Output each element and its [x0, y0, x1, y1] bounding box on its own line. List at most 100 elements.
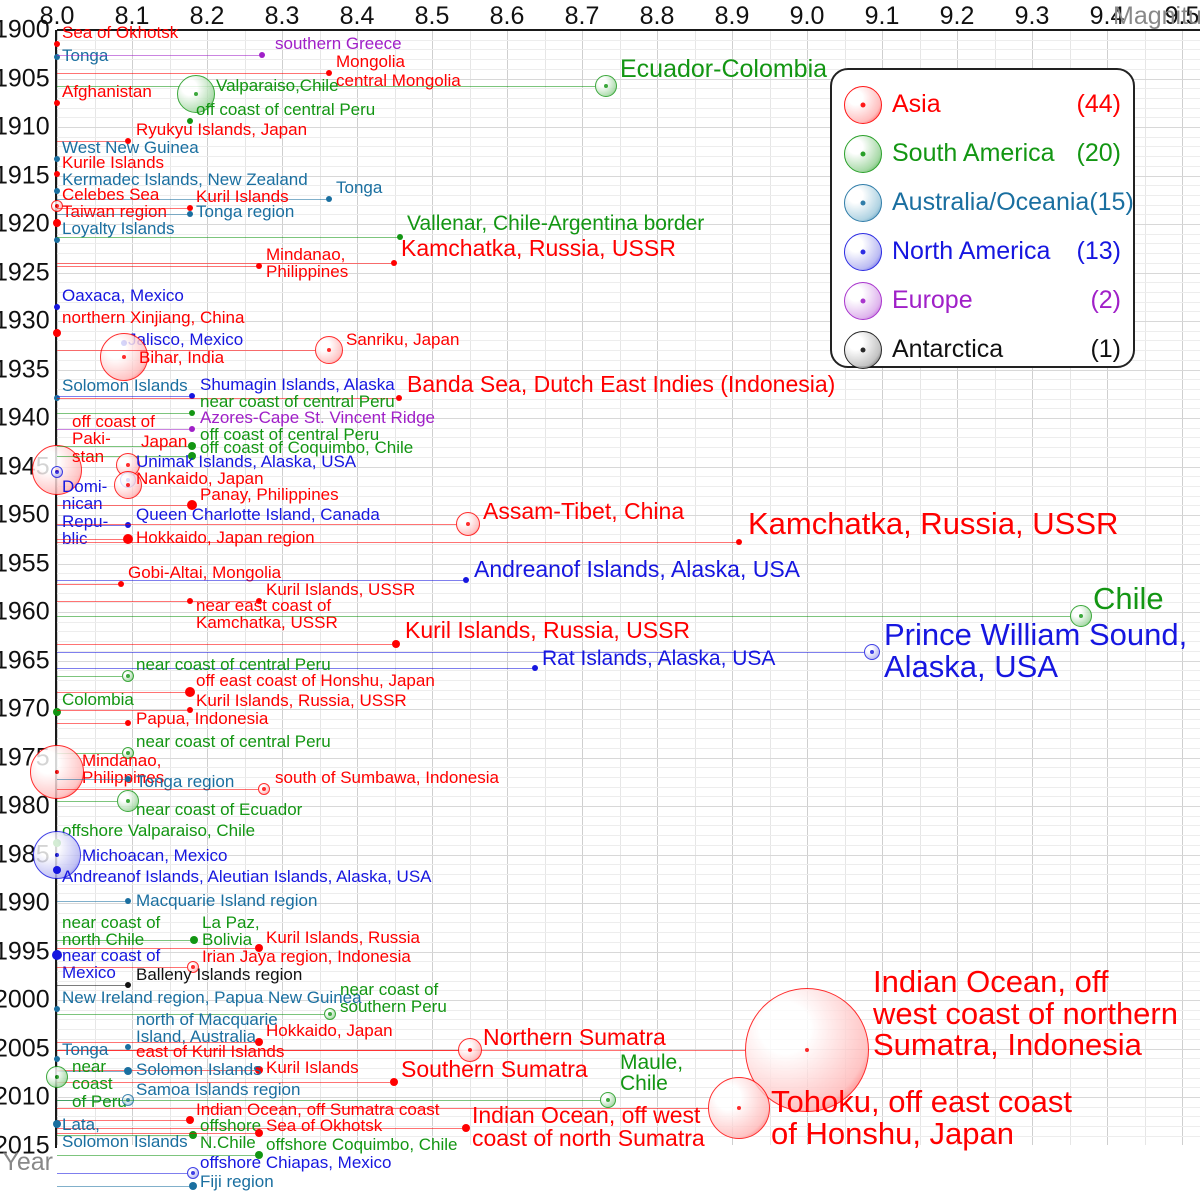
data-point-bubble[interactable] — [187, 211, 193, 217]
data-point-bubble[interactable] — [125, 898, 131, 904]
data-point-bubble[interactable] — [54, 1006, 60, 1012]
legend-bubble-icon — [844, 281, 882, 320]
leader-line — [57, 1133, 255, 1134]
data-point-bubble[interactable] — [256, 263, 262, 269]
legend-item-south-america[interactable]: South America (20) — [844, 129, 1121, 178]
y-tick-label: 1990 — [0, 888, 50, 917]
data-point-bubble[interactable] — [53, 866, 61, 874]
data-point-bubble[interactable] — [259, 52, 265, 58]
data-point-bubble[interactable] — [185, 687, 195, 697]
data-point-bubble[interactable] — [53, 219, 61, 227]
data-point-bubble[interactable] — [390, 1078, 398, 1086]
leader-line — [57, 237, 397, 238]
y-tick-label: 1960 — [0, 597, 50, 626]
y-tick-label: 1940 — [0, 403, 50, 432]
data-point-label: Unimak Islands, Alaska, USA — [136, 452, 357, 471]
legend-bubble-icon — [844, 232, 882, 271]
legend-item-europe[interactable]: Europe (2) — [844, 276, 1121, 325]
data-point-bubble[interactable] — [864, 644, 880, 660]
data-point-bubble[interactable] — [532, 665, 538, 671]
legend-bubble-center-dot — [860, 102, 866, 107]
horizontal-gridline-minor — [57, 767, 1200, 769]
leader-line — [57, 779, 125, 780]
bubble-center-dot — [126, 483, 130, 487]
bubble-center-dot — [737, 1106, 741, 1110]
data-point-label: Taiwan region — [62, 202, 167, 221]
data-point-bubble[interactable] — [708, 1077, 770, 1139]
data-point-bubble[interactable] — [326, 196, 332, 202]
data-point-label: Tonga — [336, 178, 383, 197]
data-point-bubble[interactable] — [190, 936, 198, 944]
data-point-bubble[interactable] — [324, 1008, 336, 1020]
data-point-bubble[interactable] — [189, 410, 195, 416]
x-tick-label: 8.4 — [339, 2, 375, 30]
bubble-center-dot — [126, 799, 130, 803]
legend-label: Europe — [892, 286, 973, 314]
data-point-bubble[interactable] — [125, 720, 131, 726]
data-point-bubble[interactable] — [258, 783, 270, 795]
data-point-bubble[interactable] — [122, 670, 134, 682]
data-point-bubble[interactable] — [125, 776, 131, 782]
x-axis-title: Magnitude — [1113, 2, 1200, 30]
data-point-bubble[interactable] — [46, 1066, 68, 1088]
data-point-bubble[interactable] — [255, 1129, 263, 1137]
data-point-bubble[interactable] — [315, 336, 343, 364]
legend-bubble-icon — [844, 85, 882, 124]
legend-label: North America — [892, 237, 1051, 265]
data-point-label: near coast of Ecuador — [136, 800, 303, 819]
data-point-bubble[interactable] — [392, 640, 400, 648]
data-point-label: Ecuador-Colombia — [620, 55, 828, 83]
x-tick-label: 9.1 — [864, 2, 900, 30]
data-point-label: offshore N.Chile — [200, 1116, 262, 1153]
data-point-bubble[interactable] — [54, 156, 60, 162]
data-point-bubble[interactable] — [52, 950, 62, 960]
data-point-label: Bihar, India — [139, 348, 225, 367]
legend-item-north-america[interactable]: North America (13) — [844, 227, 1121, 276]
data-point-label: Solomon Islands — [136, 1060, 262, 1079]
vertical-gridline — [657, 30, 658, 1145]
data-point-bubble[interactable] — [54, 171, 60, 177]
data-point-bubble[interactable] — [595, 75, 617, 97]
legend-count: (1) — [1090, 335, 1121, 363]
data-point-bubble[interactable] — [54, 1056, 60, 1062]
bubble-center-dot — [870, 650, 874, 654]
y-tick-label: 1915 — [0, 161, 50, 189]
legend-item-australia-oceania[interactable]: Australia/Oceania (15) — [844, 178, 1134, 227]
data-point-bubble[interactable] — [463, 577, 469, 583]
data-point-bubble[interactable] — [54, 100, 60, 106]
data-point-bubble[interactable] — [189, 426, 195, 432]
legend: Asia (44) South America (20) Australia/Ocean… — [830, 68, 1135, 369]
data-point-bubble[interactable] — [391, 260, 397, 266]
leader-line — [57, 1186, 189, 1187]
data-point-bubble[interactable] — [54, 188, 60, 194]
legend-item-asia[interactable]: Asia (44) — [844, 80, 1121, 129]
leader-line — [57, 584, 118, 585]
data-point-bubble[interactable] — [189, 1182, 197, 1190]
vertical-gridline-minor — [769, 30, 771, 1145]
data-point-bubble[interactable] — [118, 581, 124, 587]
data-point-bubble[interactable] — [53, 329, 61, 337]
data-point-bubble[interactable] — [125, 522, 131, 528]
data-point-bubble[interactable] — [187, 598, 193, 604]
data-point-bubble[interactable] — [456, 512, 480, 536]
data-point-bubble[interactable] — [187, 1167, 199, 1179]
x-tick-label: 9.3 — [1014, 2, 1050, 30]
data-point-bubble[interactable] — [53, 1120, 61, 1128]
data-point-label: Indian Ocean, off west coast of northern… — [873, 964, 1178, 1063]
vertical-gridline — [432, 30, 433, 1145]
data-point-bubble[interactable] — [54, 304, 60, 310]
vertical-gridline — [57, 30, 58, 1145]
data-point-bubble[interactable] — [736, 539, 742, 545]
y-axis-line — [55, 30, 57, 1148]
vertical-gridline — [582, 30, 583, 1145]
data-point-bubble[interactable] — [462, 1124, 470, 1132]
bubble-center-dot — [55, 853, 59, 857]
data-point-label: near east coast of Kamchatka, USSR — [196, 596, 338, 633]
data-point-bubble[interactable] — [396, 395, 402, 401]
leader-line — [57, 73, 326, 74]
data-point-bubble[interactable] — [54, 41, 60, 47]
data-point-bubble[interactable] — [30, 745, 84, 799]
data-point-label: Papua, Indonesia — [136, 709, 269, 728]
data-point-bubble[interactable] — [188, 442, 196, 450]
legend-item-antarctica[interactable]: Antarctica (1) — [844, 325, 1121, 374]
